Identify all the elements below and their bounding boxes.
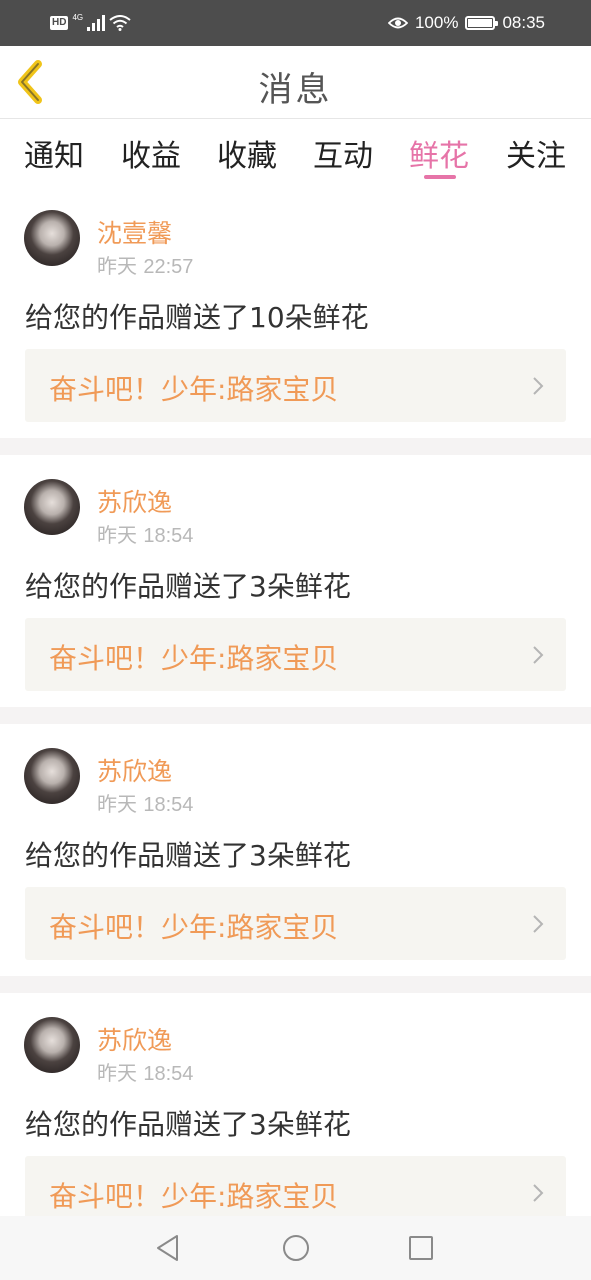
work-link[interactable]: 奋斗吧！少年:路家宝贝: [25, 349, 566, 422]
tab-following[interactable]: 关注: [499, 131, 573, 175]
sender-name[interactable]: 苏欣逸: [97, 483, 172, 519]
work-title: 奋斗吧！少年:路家宝贝: [49, 373, 339, 406]
work-title: 奋斗吧！少年:路家宝贝: [49, 642, 339, 675]
header-bar: 消息: [0, 46, 591, 119]
message-time: 昨天 18:54: [97, 1057, 193, 1086]
sender-name[interactable]: 苏欣逸: [97, 1021, 172, 1057]
message-text: 给您的作品赠送了3朵鲜花: [25, 570, 351, 603]
message-clock: 18:54: [143, 1063, 194, 1085]
message-clock: 18:54: [143, 794, 194, 816]
signal-icon: [87, 15, 106, 31]
message-time: 昨天 18:54: [97, 519, 193, 548]
sender-name[interactable]: 沈壹馨: [97, 214, 172, 250]
avatar[interactable]: [24, 748, 80, 804]
recents-square-icon[interactable]: [406, 1233, 436, 1263]
message-card: 苏欣逸 昨天 18:54 给您的作品赠送了3朵鲜花 奋斗吧！少年:路家宝贝: [0, 455, 591, 707]
sender-name[interactable]: 苏欣逸: [97, 752, 172, 788]
tab-flowers[interactable]: 鲜花: [402, 131, 476, 175]
message-day: 昨天: [97, 523, 137, 547]
work-link[interactable]: 奋斗吧！少年:路家宝贝: [25, 887, 566, 960]
card-divider: [0, 707, 591, 724]
chevron-right-icon: [533, 1184, 544, 1202]
tab-bar: 通知 收益 收藏 互动 鲜花 关注: [0, 119, 591, 181]
message-card: 沈壹馨 昨天 22:57 给您的作品赠送了10朵鲜花 奋斗吧！少年:路家宝贝: [0, 186, 591, 438]
message-time: 昨天 18:54: [97, 788, 193, 817]
chevron-right-icon: [533, 377, 544, 395]
system-nav-bar: [0, 1216, 591, 1280]
message-day: 昨天: [97, 792, 137, 816]
work-title: 奋斗吧！少年:路家宝贝: [49, 1180, 339, 1213]
avatar[interactable]: [24, 1017, 80, 1073]
avatar[interactable]: [24, 479, 80, 535]
message-card: 苏欣逸 昨天 18:54 给您的作品赠送了3朵鲜花 奋斗吧！少年:路家宝贝: [0, 993, 591, 1245]
active-tab-indicator: [424, 175, 456, 179]
avatar[interactable]: [24, 210, 80, 266]
tab-favorites[interactable]: 收藏: [210, 131, 284, 175]
chevron-right-icon: [533, 915, 544, 933]
tab-interactions[interactable]: 互动: [306, 131, 380, 175]
message-text: 给您的作品赠送了3朵鲜花: [25, 839, 351, 872]
home-circle-icon[interactable]: [281, 1233, 311, 1263]
message-day: 昨天: [97, 254, 137, 278]
card-divider: [0, 976, 591, 993]
battery-percent: 100%: [414, 13, 459, 32]
battery-icon: [465, 16, 499, 30]
message-text: 给您的作品赠送了10朵鲜花: [25, 301, 369, 334]
status-left: HD 4G: [50, 12, 131, 34]
tab-notifications[interactable]: 通知: [17, 131, 91, 175]
chevron-right-icon: [533, 646, 544, 664]
message-time: 昨天 22:57: [97, 250, 193, 279]
message-list: 沈壹馨 昨天 22:57 给您的作品赠送了10朵鲜花 奋斗吧！少年:路家宝贝 苏…: [0, 186, 591, 1245]
tab-earnings[interactable]: 收益: [114, 131, 188, 175]
work-link[interactable]: 奋斗吧！少年:路家宝贝: [25, 618, 566, 691]
hd-badge: HD: [50, 16, 69, 30]
eye-icon: [387, 17, 408, 29]
card-divider: [0, 438, 591, 455]
battery-level: [468, 19, 493, 27]
page-title: 消息: [258, 70, 333, 110]
status-right: 100% 08:35: [387, 10, 545, 36]
work-title: 奋斗吧！少年:路家宝贝: [49, 911, 339, 944]
message-card: 苏欣逸 昨天 18:54 给您的作品赠送了3朵鲜花 奋斗吧！少年:路家宝贝: [0, 724, 591, 976]
message-day: 昨天: [97, 1061, 137, 1085]
message-clock: 22:57: [143, 256, 194, 278]
clock: 08:35: [502, 13, 545, 32]
back-triangle-icon[interactable]: [153, 1233, 183, 1263]
wifi-icon: [109, 15, 131, 31]
message-text: 给您的作品赠送了3朵鲜花: [25, 1108, 351, 1141]
message-clock: 18:54: [143, 525, 194, 547]
network-type: 4G: [72, 13, 84, 22]
status-bar: HD 4G 100% 08:35: [0, 0, 591, 46]
